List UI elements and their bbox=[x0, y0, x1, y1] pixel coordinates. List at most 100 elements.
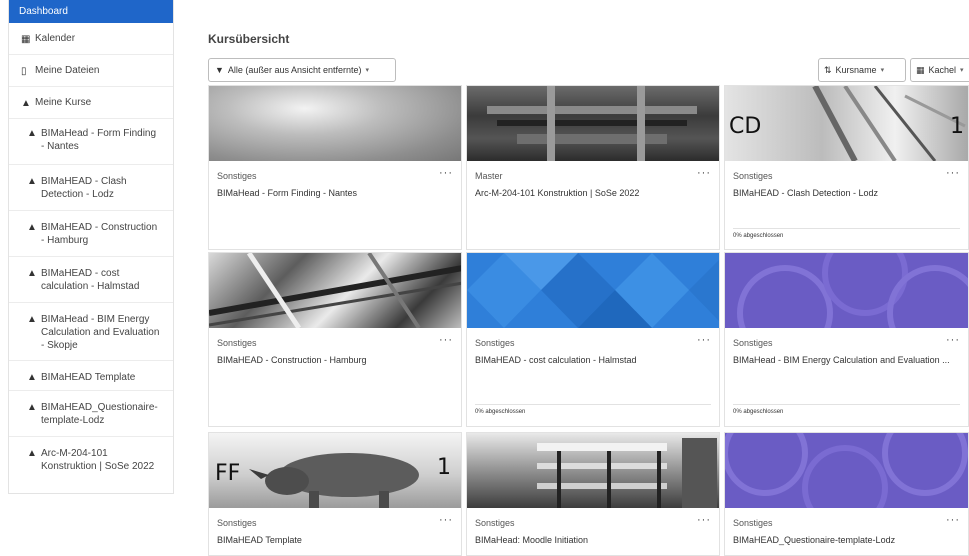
course-card[interactable]: Sonstiges ··· BIMaHEAD - Construction - … bbox=[208, 252, 462, 427]
grid-icon: ▦ bbox=[916, 64, 925, 75]
course-image[interactable] bbox=[725, 433, 968, 508]
course-title[interactable]: BIMaHEAD - Construction - Hamburg bbox=[217, 354, 453, 367]
course-card[interactable]: Sonstiges ··· BIMaHead - BIM Energy Calc… bbox=[724, 252, 969, 427]
course-image[interactable]: CD 1 bbox=[725, 86, 968, 161]
sidebar-course-item[interactable]: ▲ BIMaHEAD - Clash Detection - Lodz bbox=[9, 165, 173, 211]
chevron-down-icon: ▾ bbox=[365, 67, 370, 74]
course-category: Master bbox=[475, 171, 503, 181]
course-progress-text: 0% abgeschlossen bbox=[475, 404, 711, 415]
course-card[interactable]: Sonstiges ··· BIMaHEAD_Questionaire-temp… bbox=[724, 432, 969, 556]
course-category: Sonstiges bbox=[217, 171, 257, 181]
more-options-icon[interactable]: ··· bbox=[439, 514, 453, 526]
sidebar-course-item[interactable]: ▲ BIMaHead - Form Finding - Nantes bbox=[9, 119, 173, 165]
course-title[interactable]: Arc-M-204-101 Konstruktion | SoSe 2022 bbox=[475, 187, 711, 200]
course-category: Sonstiges bbox=[733, 518, 773, 528]
sidebar-course-label: Arc-M-204-101 Konstruktion | SoSe 2022 bbox=[41, 448, 155, 472]
course-title[interactable]: BIMaHEAD Template bbox=[217, 534, 453, 547]
more-options-icon[interactable]: ··· bbox=[439, 167, 453, 179]
course-title[interactable]: BIMaHEAD_Questionaire-template-Lodz bbox=[733, 534, 960, 547]
sidebar-course-label: BIMaHead - Form Finding - Nantes bbox=[41, 128, 157, 152]
filter-label: Alle (außer aus Ansicht entfernte) bbox=[227, 65, 362, 75]
course-category: Sonstiges bbox=[475, 338, 515, 348]
sidebar-course-item[interactable]: ▲ BIMaHEAD - cost calculation - Halmstad bbox=[9, 257, 173, 303]
course-filter-dropdown[interactable]: ▼ Alle (außer aus Ansicht entfernte) ▾ bbox=[208, 58, 396, 82]
sidebar-nav: Dashboard ▦ Kalender ▯ Meine Dateien ▲ M… bbox=[8, 0, 174, 494]
sidebar-item-calendar[interactable]: ▦ Kalender bbox=[9, 23, 173, 55]
sidebar-course-label: BIMaHEAD_Questionaire-template-Lodz bbox=[41, 402, 158, 426]
course-title[interactable]: BIMaHead: Moodle Initiation bbox=[475, 534, 711, 547]
course-progress-text: 0% abgeschlossen bbox=[733, 404, 960, 415]
view-label: Kachel bbox=[928, 65, 957, 75]
course-progress-text: 0% abgeschlossen bbox=[733, 228, 960, 239]
more-options-icon[interactable]: ··· bbox=[946, 167, 960, 179]
graduation-cap-icon: ▲ bbox=[27, 222, 37, 233]
sort-label: Kursname bbox=[835, 65, 877, 75]
course-title[interactable]: BIMaHead - Form Finding - Nantes bbox=[217, 187, 453, 200]
graduation-cap-icon: ▲ bbox=[27, 176, 37, 187]
course-card[interactable]: Master ··· Arc-M-204-101 Konstruktion | … bbox=[466, 85, 720, 250]
course-title[interactable]: BIMaHead - BIM Energy Calculation and Ev… bbox=[733, 354, 960, 367]
graduation-cap-icon: ▲ bbox=[27, 372, 37, 383]
graduation-cap-icon: ▲ bbox=[27, 402, 37, 413]
more-options-icon[interactable]: ··· bbox=[439, 334, 453, 346]
course-image-overlay-left: CD bbox=[729, 114, 762, 139]
sidebar-course-label: BIMaHEAD - Clash Detection - Lodz bbox=[41, 176, 127, 200]
sidebar-course-item[interactable]: ▲ Arc-M-204-101 Konstruktion | SoSe 2022 bbox=[9, 437, 173, 483]
sidebar-course-label: BIMaHEAD Template bbox=[41, 372, 136, 383]
course-image-overlay-left: FF bbox=[215, 461, 241, 486]
sidebar-item-label: Meine Kurse bbox=[35, 97, 92, 108]
filter-icon: ▼ bbox=[215, 65, 224, 75]
sidebar-course-label: BIMaHead - BIM Energy Calculation and Ev… bbox=[41, 314, 160, 351]
calendar-icon: ▦ bbox=[21, 33, 31, 45]
course-image[interactable] bbox=[467, 86, 719, 161]
graduation-cap-icon: ▲ bbox=[27, 128, 37, 139]
sort-dropdown[interactable]: ⇅ Kursname ▾ bbox=[818, 58, 906, 82]
sidebar-item-dashboard[interactable]: Dashboard bbox=[9, 0, 173, 23]
course-category: Sonstiges bbox=[217, 338, 257, 348]
course-card[interactable]: Sonstiges ··· BIMaHead: Moodle Initiatio… bbox=[466, 432, 720, 556]
more-options-icon[interactable]: ··· bbox=[946, 514, 960, 526]
course-title[interactable]: BIMaHEAD - cost calculation - Halmstad bbox=[475, 354, 711, 367]
course-title[interactable]: BIMaHEAD - Clash Detection - Lodz bbox=[733, 187, 960, 200]
graduation-cap-icon: ▲ bbox=[27, 448, 37, 459]
course-image[interactable] bbox=[467, 253, 719, 328]
course-category: Sonstiges bbox=[733, 338, 773, 348]
more-options-icon[interactable]: ··· bbox=[697, 167, 711, 179]
course-card[interactable]: CD 1 Sonstiges ··· BIMaHEAD - Clash Dete… bbox=[724, 85, 969, 250]
sort-icon: ⇅ bbox=[824, 64, 832, 75]
chevron-down-icon: ▾ bbox=[960, 67, 964, 74]
sidebar-item-my-courses[interactable]: ▲ Meine Kurse bbox=[9, 87, 173, 119]
more-options-icon[interactable]: ··· bbox=[697, 334, 711, 346]
sidebar-item-label: Meine Dateien bbox=[35, 65, 100, 76]
sidebar-course-item[interactable]: ▲ BIMaHEAD - Construction - Hamburg bbox=[9, 211, 173, 257]
course-card[interactable]: FF 1 Sonstiges ··· BIMaHEAD Template bbox=[208, 432, 462, 556]
course-image[interactable] bbox=[209, 253, 461, 328]
page-title: Kursübersicht bbox=[208, 32, 290, 46]
course-category: Sonstiges bbox=[475, 518, 515, 528]
graduation-cap-icon: ▲ bbox=[27, 268, 37, 279]
sidebar-item-label: Kalender bbox=[35, 33, 76, 44]
graduation-cap-icon: ▲ bbox=[21, 97, 31, 109]
course-card[interactable]: Sonstiges ··· BIMaHead - Form Finding - … bbox=[208, 85, 462, 250]
file-icon: ▯ bbox=[21, 65, 27, 77]
course-image-overlay-right: 1 bbox=[437, 455, 451, 480]
sidebar-item-files[interactable]: ▯ Meine Dateien bbox=[9, 55, 173, 87]
more-options-icon[interactable]: ··· bbox=[946, 334, 960, 346]
view-dropdown[interactable]: ▦ Kachel ▾ bbox=[910, 58, 969, 82]
course-image-overlay-right: 1 bbox=[950, 114, 964, 139]
graduation-cap-icon: ▲ bbox=[27, 314, 37, 325]
course-image[interactable] bbox=[467, 433, 719, 508]
sidebar-course-item[interactable]: ▲ BIMaHEAD Template bbox=[9, 361, 173, 391]
sidebar-course-item[interactable]: ▲ BIMaHead - BIM Energy Calculation and … bbox=[9, 303, 173, 361]
course-category: Sonstiges bbox=[217, 518, 257, 528]
sidebar-course-label: BIMaHEAD - Construction - Hamburg bbox=[41, 222, 158, 246]
sidebar-course-label: BIMaHEAD - cost calculation - Halmstad bbox=[41, 268, 140, 292]
sidebar-course-item[interactable]: ▲ BIMaHEAD_Questionaire-template-Lodz bbox=[9, 391, 173, 437]
course-image[interactable] bbox=[209, 86, 461, 161]
chevron-down-icon: ▾ bbox=[880, 67, 885, 74]
course-card[interactable]: Sonstiges ··· BIMaHEAD - cost calculatio… bbox=[466, 252, 720, 427]
more-options-icon[interactable]: ··· bbox=[697, 514, 711, 526]
course-image[interactable]: FF 1 bbox=[209, 433, 461, 508]
course-category: Sonstiges bbox=[733, 171, 773, 181]
course-image[interactable] bbox=[725, 253, 968, 328]
